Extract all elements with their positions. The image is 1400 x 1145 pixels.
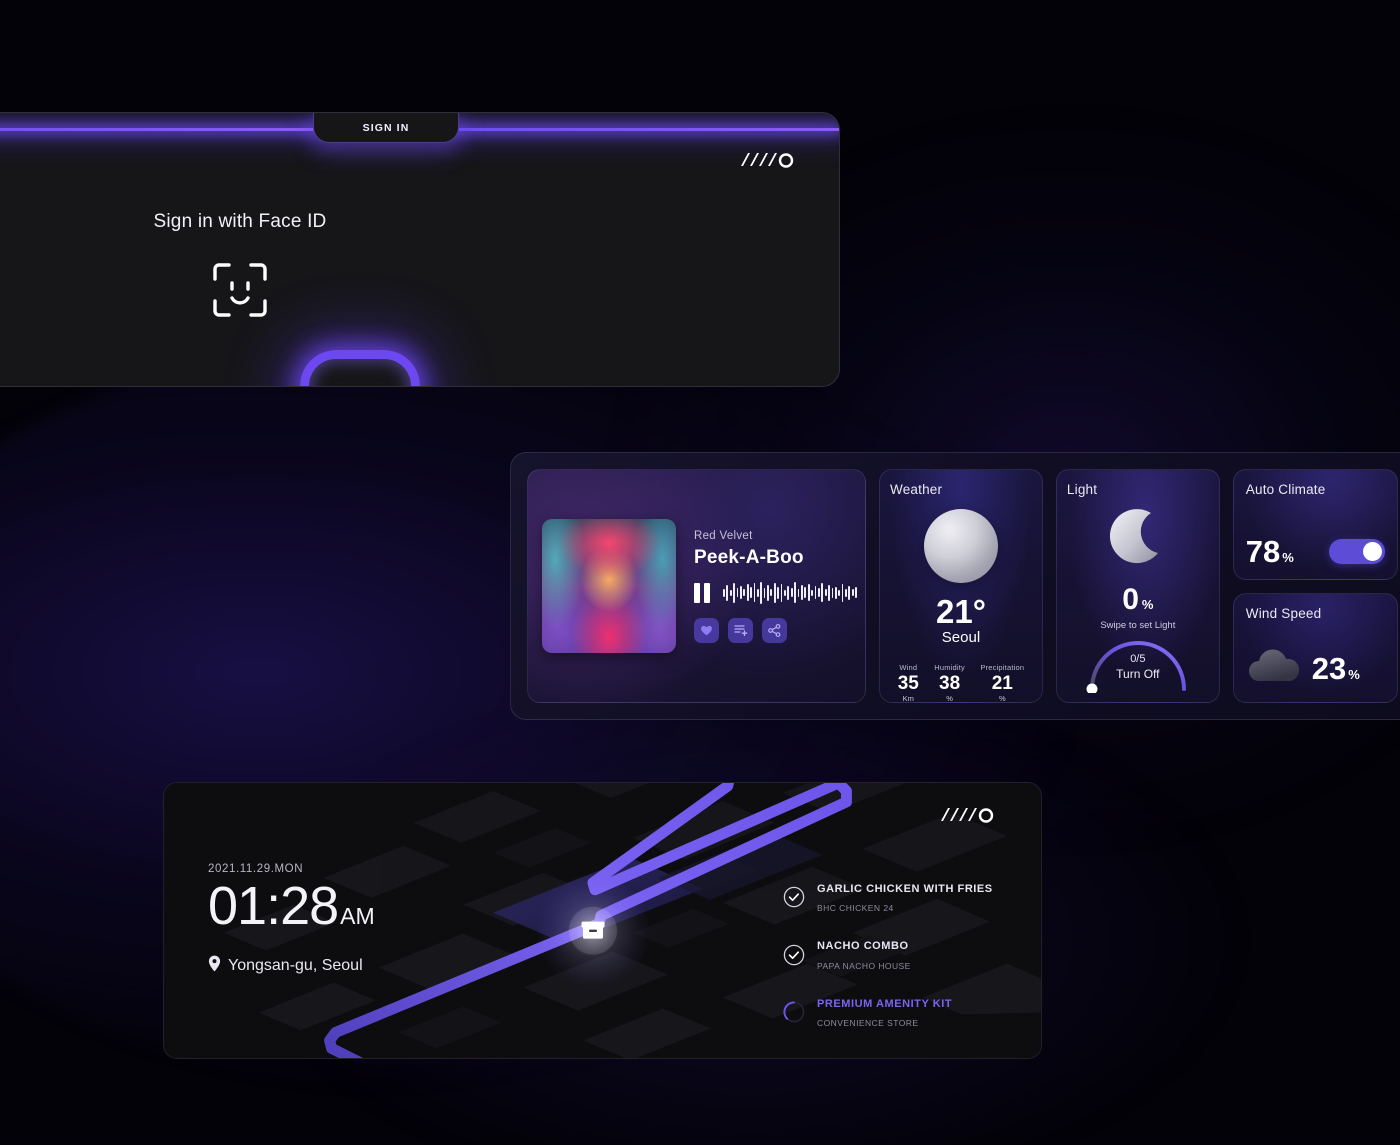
weather-city: Seoul — [941, 629, 981, 646]
light-value-number: 0 — [1122, 583, 1139, 616]
light-gauge-labels: 0/5 Turn Off — [1084, 653, 1192, 681]
light-hint: Swipe to set Light — [1100, 620, 1176, 631]
nav-date: 2021.11.29.MON — [208, 863, 304, 875]
cloud-icon — [1246, 647, 1302, 690]
glow-rail-right — [451, 128, 839, 131]
full-moon-icon — [923, 509, 998, 583]
wind-speed-number: 23 — [1311, 651, 1347, 686]
dashboard-panel: Red Velvet Peek-A-Boo Weather 21° Seoul … — [510, 452, 1400, 720]
pause-button[interactable] — [694, 582, 713, 603]
track-artist: Red Velvet — [694, 529, 753, 542]
spinner-icon — [783, 1001, 805, 1023]
weather-card[interactable]: Weather 21° Seoul Wind 35 Km Humidity 38… — [879, 469, 1043, 703]
milo-logo — [939, 806, 995, 823]
media-actions — [694, 617, 857, 643]
like-button[interactable] — [694, 617, 719, 643]
stat-value: 35 — [897, 673, 919, 694]
task-subtitle: CONVENIENCE STORE — [817, 1017, 919, 1028]
nav-location[interactable]: Yongsan-gu, Seoul — [208, 955, 375, 977]
wind-speed-unit: % — [1348, 667, 1360, 682]
auto-climate-toggle[interactable] — [1328, 538, 1385, 564]
media-info: Red Velvet Peek-A-Boo — [694, 529, 858, 643]
wind-speed-title: Wind Speed — [1245, 605, 1322, 621]
tab-sign-in[interactable]: SIGN IN — [313, 113, 459, 143]
task-title: NACHO COMBO — [817, 940, 909, 953]
nav-location-text: Yongsan-gu, Seoul — [228, 957, 363, 974]
face-id-icon[interactable] — [211, 261, 269, 324]
task-text: GARLIC CHICKEN WITH FRIES BHC CHICKEN 24 — [817, 878, 993, 916]
add-to-playlist-button[interactable] — [728, 617, 753, 643]
stat-unit: Km — [902, 694, 914, 703]
auto-climate-card[interactable]: Auto Climate 78% — [1232, 469, 1398, 580]
signin-panel: SIGN IN Sign in with Face ID — [0, 112, 840, 387]
task-subtitle: PAPA NACHO HOUSE — [817, 960, 911, 971]
signin-heading: Sign in with Face ID — [153, 211, 327, 232]
delivery-task-list: GARLIC CHICKEN WITH FRIES BHC CHICKEN 24… — [783, 878, 1005, 1050]
package-icon — [581, 921, 605, 939]
glow-rail-left — [0, 128, 321, 131]
crescent-moon-icon — [1106, 507, 1170, 571]
milo-logo — [739, 151, 795, 168]
waveform[interactable] — [723, 581, 858, 604]
dashboard-right-column: Auto Climate 78% Wind Speed 23 % — [1232, 469, 1398, 703]
share-button[interactable] — [762, 617, 787, 643]
stat-label: Humidity — [934, 663, 965, 672]
weather-stats: Wind 35 Km Humidity 38 % Precipitation 2… — [890, 663, 1032, 703]
map-pin-icon — [208, 955, 221, 977]
check-circle-icon — [783, 944, 805, 966]
nav-datetime: 2021.11.29.MON 01:28AM Yongsan-gu, Seoul — [208, 863, 375, 977]
album-art — [542, 519, 676, 653]
task-title: PREMIUM AMENITY KIT — [817, 997, 953, 1010]
light-gauge-state: Turn Off — [1116, 667, 1160, 681]
task-title: GARLIC CHICKEN WITH FRIES — [817, 883, 993, 895]
task-text: PREMIUM AMENITY KIT CONVENIENCE STORE — [817, 993, 952, 1031]
auto-climate-toggle-knob — [1362, 541, 1382, 561]
light-gauge-count: 0/5 — [1130, 653, 1146, 665]
media-player-card[interactable]: Red Velvet Peek-A-Boo — [527, 469, 867, 703]
stat-value: 21 — [991, 673, 1013, 694]
task-row[interactable]: NACHO COMBO PAPA NACHO HOUSE — [783, 935, 1005, 973]
nav-time: 01:28AM — [208, 879, 375, 933]
weather-stat-humidity: Humidity 38 % — [934, 663, 965, 703]
stat-value: 38 — [939, 673, 961, 694]
auto-climate-unit: % — [1282, 549, 1294, 565]
auto-climate-row: 78% — [1246, 536, 1385, 567]
signin-topbar: SIGN IN — [0, 113, 839, 143]
media-transport — [694, 581, 858, 604]
nav-time-value: 01:28 — [208, 876, 339, 936]
stat-label: Wind — [899, 663, 918, 672]
weather-card-title: Weather — [890, 482, 943, 497]
auto-climate-number: 78 — [1245, 533, 1281, 569]
wind-speed-card[interactable]: Wind Speed 23% — [1232, 592, 1398, 703]
light-card-title: Light — [1066, 482, 1098, 497]
task-text: NACHO COMBO PAPA NACHO HOUSE — [817, 935, 911, 973]
weather-temperature: 21° — [936, 593, 986, 630]
light-value-unit: % — [1141, 597, 1154, 612]
check-circle-icon — [783, 886, 805, 908]
wind-speed-row: 23% — [1246, 647, 1385, 690]
stat-unit: % — [998, 694, 1006, 703]
task-row[interactable]: GARLIC CHICKEN WITH FRIES BHC CHICKEN 24 — [783, 878, 1005, 916]
auto-climate-title: Auto Climate — [1245, 482, 1326, 497]
light-card[interactable]: Light 0% Swipe to set Light 0/5 Turn Off — [1055, 469, 1220, 703]
tab-sign-in-label: SIGN IN — [362, 121, 410, 134]
track-title: Peek-A-Boo — [694, 546, 804, 568]
light-value: 0% — [1067, 585, 1209, 615]
navigation-panel: 2021.11.29.MON 01:28AM Yongsan-gu, Seoul… — [163, 782, 1042, 1059]
light-gauge[interactable]: 0/5 Turn Off — [1084, 637, 1192, 695]
signin-glow-arch — [300, 350, 420, 386]
stat-label: Precipitation — [980, 663, 1025, 672]
wind-speed-value: 23% — [1312, 653, 1360, 684]
weather-stat-wind: Wind 35 Km — [897, 663, 919, 703]
auto-climate-value: 78% — [1246, 536, 1294, 567]
stat-unit: % — [946, 694, 953, 703]
task-row[interactable]: PREMIUM AMENITY KIT CONVENIENCE STORE — [783, 993, 1005, 1031]
weather-stat-precipitation: Precipitation 21 % — [980, 663, 1025, 703]
nav-time-meridiem: AM — [340, 903, 375, 929]
task-subtitle: BHC CHICKEN 24 — [817, 903, 894, 914]
